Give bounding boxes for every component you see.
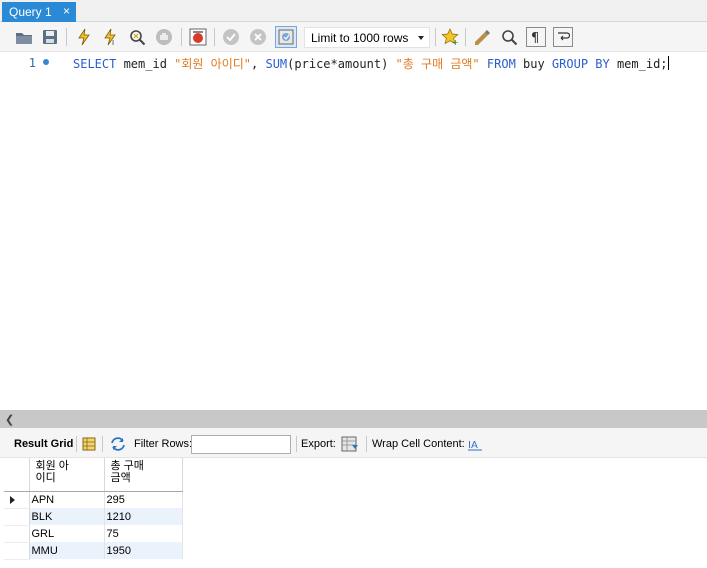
svg-text:+: + (452, 38, 459, 46)
find-icon[interactable] (499, 27, 519, 47)
sql-space (480, 57, 487, 71)
limit-rows-value: Limit to 1000 rows (311, 31, 409, 45)
toolbar-separator (296, 436, 297, 452)
refresh-icon[interactable] (110, 437, 126, 454)
sql-string: "총 구매 금액" (395, 57, 480, 71)
text-caret (667, 56, 669, 70)
tab-query-1[interactable]: Query 1 × (2, 2, 76, 22)
close-icon[interactable]: × (63, 4, 70, 18)
sql-string: "회원 아이디" (174, 57, 252, 71)
limit-rows-select[interactable]: Limit to 1000 rows (304, 27, 430, 48)
row-header-corner (4, 458, 30, 492)
sql-keyword: GROUP BY (551, 57, 610, 71)
sql-identifier: buy (515, 57, 552, 71)
stop-icon[interactable] (154, 27, 174, 47)
svg-text:¶: ¶ (531, 31, 539, 44)
column-header[interactable]: 회원 아 이디 (29, 458, 105, 492)
result-table: 회원 아 이디 총 구매 금액 APN 295 BLK 1210 GRL 75 (4, 458, 183, 560)
sql-keyword: SELECT (73, 57, 117, 71)
cell-total[interactable]: 1210 (104, 508, 183, 525)
toolbar-separator (102, 436, 103, 452)
result-grid-label[interactable]: Result Grid (14, 438, 73, 450)
cell-mem-id[interactable]: GRL (29, 525, 105, 542)
sql-function: SUM (265, 57, 288, 71)
table-row[interactable]: BLK 1210 (4, 508, 183, 526)
export-label: Export: (301, 438, 336, 450)
sql-editor[interactable]: 1 SELECT mem_id "회원 아이디", SUM(price*amou… (0, 52, 707, 410)
sql-identifier: mem_id (116, 57, 175, 71)
filter-rows-input[interactable] (191, 435, 291, 454)
svg-text:IA: IA (468, 440, 478, 451)
execute-icon[interactable] (74, 27, 94, 47)
open-folder-icon[interactable] (14, 27, 34, 47)
cell-total[interactable]: 75 (104, 525, 183, 542)
invisible-chars-icon[interactable]: ¶ (526, 27, 546, 47)
filter-rows-label: Filter Rows: (134, 438, 193, 450)
row-selector[interactable] (4, 542, 30, 560)
bookmark-icon[interactable]: + (440, 27, 460, 47)
sql-expression: (price*amount) (287, 57, 396, 71)
statement-marker-icon (43, 59, 49, 65)
toolbar-separator (214, 28, 215, 46)
horizontal-scrollbar[interactable]: ❮ (0, 410, 707, 428)
table-row[interactable]: APN 295 (4, 491, 183, 509)
result-grid-toolbar: Result Grid Filter Rows: Export: Wrap Ce… (0, 428, 707, 458)
sql-identifier: mem_id; (609, 57, 668, 71)
toolbar-separator (465, 28, 466, 46)
cell-total[interactable]: 1950 (104, 542, 183, 559)
toolbar-separator (66, 28, 67, 46)
toolbar-separator (181, 28, 182, 46)
chevron-down-icon (418, 36, 424, 40)
toolbar-separator (366, 436, 367, 452)
cell-mem-id[interactable]: BLK (29, 508, 105, 525)
column-header[interactable]: 총 구매 금액 (104, 458, 183, 492)
explain-icon[interactable] (127, 27, 147, 47)
current-row-icon (10, 495, 15, 504)
autocommit-icon[interactable] (275, 26, 297, 48)
sql-keyword: FROM (486, 57, 516, 71)
rollback-icon[interactable] (248, 27, 268, 47)
svg-text:I: I (112, 39, 114, 46)
cell-total[interactable]: 295 (104, 491, 183, 508)
execute-current-icon[interactable]: I (101, 27, 121, 47)
wrap-icon[interactable] (553, 27, 573, 47)
line-number: 1 (28, 56, 36, 70)
toolbar-separator (435, 28, 436, 46)
row-selector[interactable] (4, 525, 30, 543)
grid-view-icon[interactable] (82, 437, 96, 454)
cell-mem-id[interactable]: APN (29, 491, 105, 508)
wrap-cell-label: Wrap Cell Content: (372, 438, 465, 450)
cell-mem-id[interactable]: MMU (29, 542, 105, 559)
tab-bar: Query 1 × (0, 0, 707, 22)
wrap-cell-icon[interactable]: IA (468, 437, 482, 454)
sql-code-line[interactable]: SELECT mem_id "회원 아이디", SUM(price*amount… (73, 55, 669, 72)
sql-punct: , (251, 57, 266, 71)
row-selector[interactable] (4, 508, 30, 526)
table-row[interactable]: GRL 75 (4, 525, 183, 543)
toggle-output-icon[interactable] (188, 27, 208, 47)
save-icon[interactable] (40, 27, 60, 47)
sql-toolbar: I Limit to 1000 rows + ¶ (0, 22, 707, 52)
result-grid[interactable]: 회원 아 이디 총 구매 금액 APN 295 BLK 1210 GRL 75 (0, 458, 707, 568)
table-row[interactable]: MMU 1950 (4, 542, 183, 560)
header-row: 회원 아 이디 총 구매 금액 (4, 458, 183, 492)
row-selector[interactable] (4, 491, 30, 509)
tab-title: Query 1 (9, 5, 52, 19)
toolbar-separator (76, 436, 77, 452)
export-icon[interactable] (341, 436, 359, 455)
beautify-icon[interactable] (472, 27, 492, 47)
commit-icon[interactable] (221, 27, 241, 47)
scroll-left-icon[interactable]: ❮ (5, 413, 14, 426)
